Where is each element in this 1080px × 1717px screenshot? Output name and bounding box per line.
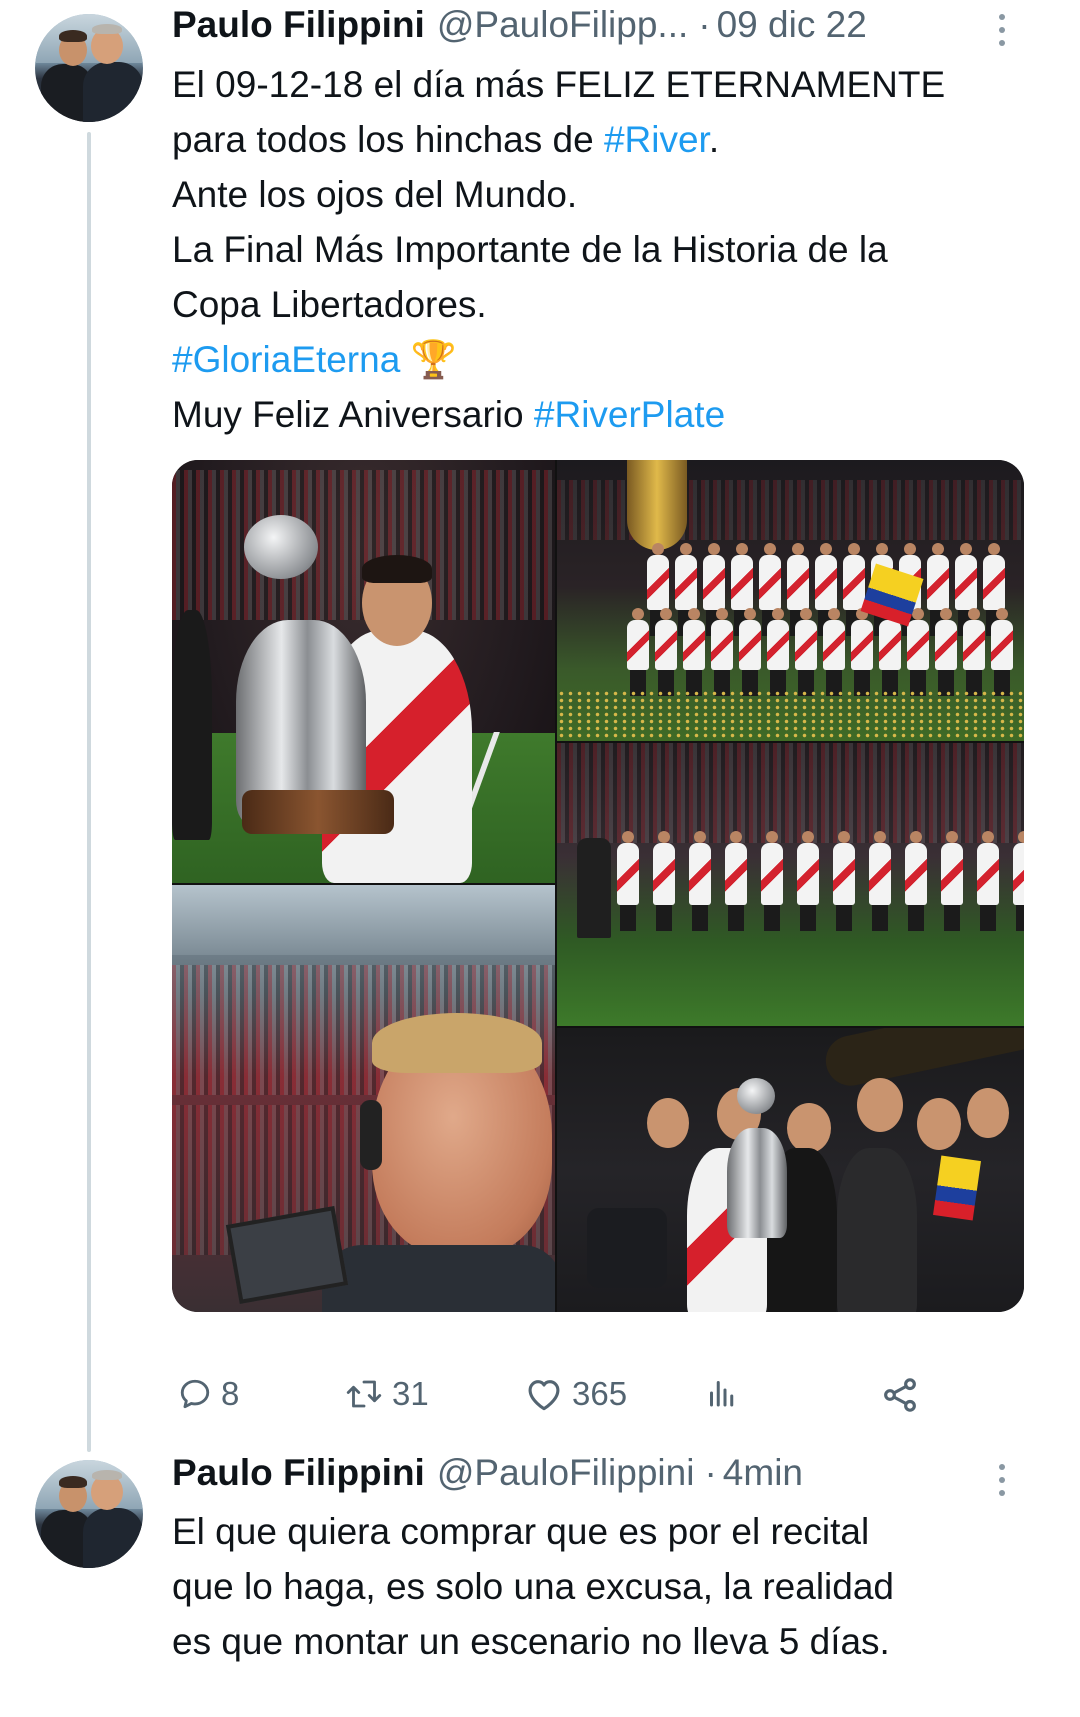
tweet-header: Paulo Filippini @PauloFilippini · 4min xyxy=(172,1452,803,1502)
tweet-text-line: #GloriaEterna 🏆 xyxy=(172,332,1032,387)
avatar[interactable] xyxy=(35,1460,143,1568)
text-segment: Ante los ojos del Mundo. xyxy=(172,174,578,215)
views-button[interactable] xyxy=(704,1375,740,1411)
tweet-text-line: para todos los hinchas de #River. xyxy=(172,112,1032,167)
more-options-icon[interactable] xyxy=(992,1464,1012,1496)
photo-coach-with-trophy[interactable] xyxy=(172,460,555,883)
photo-team-celebration-pitch[interactable] xyxy=(557,460,1024,741)
author-name[interactable]: Paulo Filippini xyxy=(172,1452,425,1494)
tweet-actions: 8 31 365 xyxy=(172,1375,1024,1425)
header-separator: · xyxy=(704,1452,717,1493)
tweet: Paulo Filippini @PauloFilippini · 4min E… xyxy=(0,1452,1080,1717)
text-segment: para todos los hinchas de xyxy=(172,119,604,160)
text-segment: 🏆 xyxy=(400,339,457,380)
text-segment: Copa Libertadores. xyxy=(172,284,487,325)
tweet-time[interactable]: 09 dic 22 xyxy=(717,4,867,46)
reply-button[interactable]: 8 xyxy=(177,1375,239,1413)
text-segment: La Final Más Importante de la Historia d… xyxy=(172,229,888,270)
tweet-text-line: El 09-12-18 el día más FELIZ ETERNAMENTE xyxy=(172,57,1032,112)
text-segment: que lo haga, es solo una excusa, la real… xyxy=(172,1566,895,1607)
text-segment: . xyxy=(708,119,720,160)
repost-count: 31 xyxy=(392,1375,429,1412)
tweet-text-line: que lo haga, es solo una excusa, la real… xyxy=(172,1559,1032,1614)
text-segment: Muy Feliz Aniversario xyxy=(172,394,534,435)
photo-selfie-stadium[interactable] xyxy=(172,885,555,1312)
reply-icon xyxy=(180,1379,210,1409)
tweet-time[interactable]: 4min xyxy=(723,1452,803,1494)
photo-players-walking-pitch[interactable] xyxy=(557,743,1024,1026)
hashtag-link[interactable]: #RiverPlate xyxy=(534,394,725,435)
media-grid[interactable] xyxy=(172,460,1024,1312)
text-segment: El que quiera comprar que es por el reci… xyxy=(172,1511,870,1552)
author-handle[interactable]: @PauloFilippini xyxy=(437,1452,695,1494)
tweet-text-line: es que montar un escenario no lleva 5 dí… xyxy=(172,1614,1032,1669)
header-separator: · xyxy=(698,4,711,45)
tweet-text: El 09-12-18 el día más FELIZ ETERNAMENTE… xyxy=(172,57,1032,442)
tweet-text-line: Ante los ojos del Mundo. xyxy=(172,167,1032,222)
like-button[interactable]: 365 xyxy=(524,1375,627,1413)
share-icon xyxy=(884,1378,916,1412)
tweet-text-line: El que quiera comprar que es por el reci… xyxy=(172,1504,1032,1559)
views-icon xyxy=(710,1381,734,1407)
text-segment: El 09-12-18 el día más FELIZ ETERNAMENTE xyxy=(172,64,946,105)
hashtag-link[interactable]: #GloriaEterna xyxy=(172,339,400,380)
share-button[interactable] xyxy=(880,1375,920,1415)
more-options-icon[interactable] xyxy=(992,14,1012,46)
reply-count: 8 xyxy=(221,1375,240,1412)
repost-icon xyxy=(346,1380,382,1408)
heart-icon xyxy=(528,1380,560,1411)
like-count: 365 xyxy=(572,1375,628,1412)
tweet-text-line: Muy Feliz Aniversario #RiverPlate xyxy=(172,387,1032,442)
hashtag-link[interactable]: #River xyxy=(604,119,709,160)
tweet-text: El que quiera comprar que es por el reci… xyxy=(172,1504,1032,1669)
author-name[interactable]: Paulo Filippini xyxy=(172,4,425,46)
tweet-header: Paulo Filippini @PauloFilipp... · 09 dic… xyxy=(172,4,867,54)
repost-button[interactable]: 31 xyxy=(344,1375,429,1413)
author-handle[interactable]: @PauloFilipp... xyxy=(437,4,688,46)
tweet-text-line: Copa Libertadores. xyxy=(172,277,1032,332)
photo-players-with-trophy[interactable] xyxy=(557,1028,1024,1312)
tweet-text-line: La Final Más Importante de la Historia d… xyxy=(172,222,1032,277)
tweet: Paulo Filippini @PauloFilipp... · 09 dic… xyxy=(0,0,1080,1460)
text-segment: es que montar un escenario no lleva 5 dí… xyxy=(172,1621,890,1662)
avatar[interactable] xyxy=(35,14,143,122)
